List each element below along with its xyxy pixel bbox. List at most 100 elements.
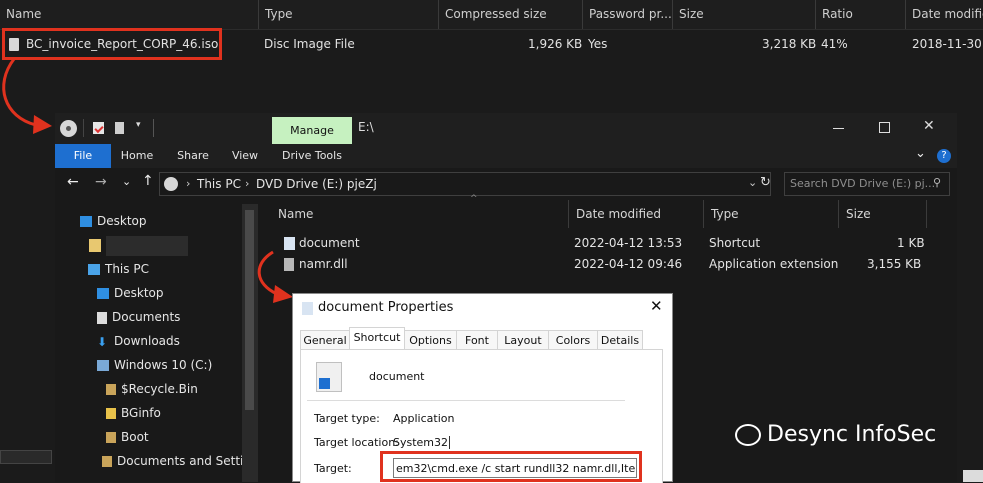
search-box[interactable]: Search DVD Drive (E:) pj... ⚲ bbox=[784, 172, 950, 196]
file-name: namr.dll bbox=[299, 257, 348, 271]
nav-windows-drive[interactable]: Windows 10 (C:) bbox=[97, 354, 212, 376]
address-bar-row: ← → ⌄ ↑ › This PC › DVD Drive (E:) pjeZj… bbox=[55, 168, 957, 200]
nav-this-pc[interactable]: This PC bbox=[88, 258, 149, 280]
document-large-icon bbox=[316, 362, 342, 392]
archive-col-password[interactable]: Password pr... bbox=[582, 0, 672, 29]
desktop-icon bbox=[80, 216, 92, 227]
close-icon[interactable]: ✕ bbox=[923, 118, 935, 134]
refresh-icon[interactable]: ↻ bbox=[760, 175, 771, 190]
folder-link-icon bbox=[102, 456, 112, 467]
maximize-icon[interactable] bbox=[879, 122, 890, 133]
sort-arrow-icon: ^ bbox=[122, 0, 130, 7]
archive-col-ratio[interactable]: Ratio bbox=[815, 0, 905, 29]
tab-colors[interactable]: Colors bbox=[548, 330, 598, 350]
dvd-drive-icon bbox=[60, 120, 77, 137]
address-dropdown-icon[interactable]: ⌄ bbox=[748, 176, 757, 189]
tab-details[interactable]: Details bbox=[597, 330, 643, 350]
nav-bginfo[interactable]: BGinfo bbox=[106, 402, 161, 424]
ribbon-tab-drive-tools[interactable]: Drive Tools bbox=[276, 144, 348, 168]
file-date: 2022-04-12 13:53 bbox=[574, 236, 683, 250]
properties-quick-icon[interactable] bbox=[93, 122, 104, 134]
file-size: 1 KB bbox=[897, 236, 925, 250]
tab-options[interactable]: Options bbox=[404, 330, 457, 350]
nav-desktop[interactable]: Desktop bbox=[80, 210, 147, 232]
download-arrow-icon: ⬇ bbox=[97, 334, 108, 349]
navigation-pane: Desktop This PC Desktop Documents ⬇ Downl… bbox=[55, 200, 260, 482]
col-date-modified[interactable]: Date modified bbox=[568, 200, 703, 228]
col-name[interactable]: Name bbox=[271, 200, 568, 228]
archive-col-date[interactable]: Date modified bbox=[905, 0, 983, 29]
redacted-item bbox=[106, 236, 188, 256]
ribbon-tab-view[interactable]: View bbox=[223, 144, 267, 168]
breadcrumb-sep-icon: › bbox=[245, 177, 250, 190]
help-icon[interactable]: ? bbox=[937, 149, 951, 163]
quick-access-dropdown-icon[interactable]: ▾ bbox=[136, 120, 141, 130]
back-arrow-icon[interactable]: ← bbox=[67, 174, 79, 190]
folder-icon bbox=[106, 408, 116, 419]
forward-arrow-icon[interactable]: → bbox=[95, 174, 107, 190]
archive-row-type: Disc Image File bbox=[264, 37, 355, 51]
watermark: Desync InfoSec bbox=[735, 422, 936, 447]
window-title: E:\ bbox=[358, 120, 374, 134]
target-highlight-box bbox=[380, 451, 642, 482]
archive-row-size: 3,218 KB bbox=[762, 37, 817, 51]
nav-documents-settings[interactable]: Documents and Settin bbox=[102, 450, 251, 472]
ribbon-tab-home[interactable]: Home bbox=[113, 144, 161, 168]
search-input[interactable]: Search DVD Drive (E:) pj... bbox=[790, 177, 935, 190]
arrow-to-explorer-icon bbox=[2, 58, 52, 134]
wechat-logo-icon bbox=[735, 424, 761, 446]
tab-shortcut[interactable]: Shortcut bbox=[349, 327, 405, 350]
nav-documents[interactable]: Documents bbox=[97, 306, 180, 328]
target-label: Target: bbox=[314, 462, 352, 475]
nav-recycle-bin[interactable]: $Recycle.Bin bbox=[106, 378, 198, 400]
background-window-edge bbox=[0, 450, 52, 464]
address-box[interactable]: › This PC › DVD Drive (E:) pjeZj ⌄ bbox=[159, 172, 771, 196]
folder-icon bbox=[106, 432, 116, 443]
archive-col-type[interactable]: Type bbox=[258, 0, 438, 29]
user-folder-icon bbox=[89, 239, 101, 252]
archive-header: Name Type Compressed size Password pr...… bbox=[0, 0, 983, 30]
up-arrow-icon[interactable]: ↑ bbox=[142, 173, 154, 189]
nav-scroll-thumb[interactable] bbox=[245, 210, 254, 410]
breadcrumb-this-pc[interactable]: This PC bbox=[197, 177, 241, 191]
shortcut-name: document bbox=[369, 370, 425, 383]
tab-font[interactable]: Font bbox=[456, 330, 498, 350]
ribbon-tab-share[interactable]: Share bbox=[169, 144, 217, 168]
folder-icon bbox=[106, 384, 116, 395]
ribbon-tab-file[interactable]: File bbox=[55, 144, 111, 168]
hard-drive-icon bbox=[97, 360, 109, 371]
nav-scrollbar[interactable] bbox=[242, 204, 258, 482]
nav-boot[interactable]: Boot bbox=[106, 426, 149, 448]
chevron-down-icon[interactable]: ⌄ bbox=[915, 146, 926, 161]
archive-row-password: Yes bbox=[588, 37, 608, 51]
nav-desktop-pc[interactable]: Desktop bbox=[97, 282, 164, 304]
search-icon: ⚲ bbox=[933, 176, 942, 189]
target-type-label: Target type: bbox=[314, 412, 380, 425]
recent-dropdown-icon[interactable]: ⌄ bbox=[122, 175, 131, 188]
tab-manage[interactable]: Manage bbox=[272, 117, 352, 144]
target-type-value: Application bbox=[393, 412, 455, 425]
archive-row-ratio: 41% bbox=[821, 37, 848, 51]
tab-layout[interactable]: Layout bbox=[497, 330, 549, 350]
file-name: document bbox=[299, 236, 360, 250]
col-size[interactable]: Size bbox=[838, 200, 926, 228]
dialog-title: document Properties bbox=[318, 300, 454, 315]
new-folder-quick-icon[interactable] bbox=[115, 122, 124, 134]
archive-row-date: 2018-11-30 1 bbox=[912, 37, 983, 51]
col-type[interactable]: Type bbox=[703, 200, 838, 228]
archive-col-compressed[interactable]: Compressed size bbox=[438, 0, 582, 29]
breadcrumb-sep-icon: › bbox=[186, 177, 191, 190]
documents-icon bbox=[97, 311, 107, 324]
target-location-label: Target location: bbox=[314, 436, 399, 449]
tab-general[interactable]: General bbox=[300, 330, 350, 350]
breadcrumb-dvd-drive[interactable]: DVD Drive (E:) pjeZj bbox=[256, 177, 377, 191]
archive-col-size[interactable]: Size bbox=[672, 0, 815, 29]
nav-downloads[interactable]: ⬇ Downloads bbox=[97, 330, 180, 352]
computer-icon bbox=[88, 264, 100, 275]
dialog-close-icon[interactable]: ✕ bbox=[650, 297, 663, 315]
file-size: 3,155 KB bbox=[867, 257, 922, 271]
shortcut-file-icon bbox=[284, 237, 295, 250]
explorer-titlebar: ▾ Manage E:\ ✕ bbox=[55, 113, 957, 144]
shortcut-title-icon bbox=[302, 302, 313, 315]
minimize-icon[interactable] bbox=[833, 128, 844, 129]
